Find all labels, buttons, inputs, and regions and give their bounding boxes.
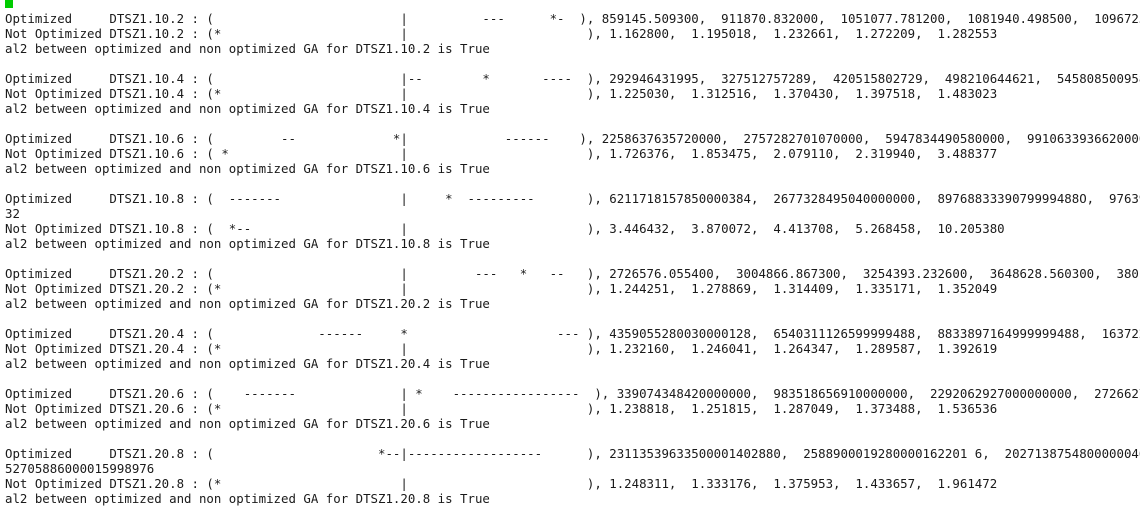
terminal-line: al2 between optimized and non optimized … (5, 491, 490, 506)
terminal-line: Not Optimized DTSZ1.20.4 : (* | ), 1.232… (5, 341, 998, 356)
terminal-line: al2 between optimized and non optimized … (5, 296, 490, 311)
terminal-output: Optimized DTSZ1.10.2 : ( | --- *- ), 859… (5, 11, 1140, 506)
terminal-line: Not Optimized DTSZ1.20.8 : (* | ), 1.248… (5, 476, 998, 491)
terminal-line: 52705886000015998976 (5, 461, 155, 476)
terminal-line: Optimized DTSZ1.20.4 : ( ------ * --- ),… (5, 326, 1140, 341)
terminal-line: al2 between optimized and non optimized … (5, 236, 490, 251)
terminal-line: Optimized DTSZ1.10.8 : ( ------- | * ---… (5, 191, 1140, 206)
terminal-window[interactable]: Optimized DTSZ1.10.2 : ( | --- *- ), 859… (0, 0, 1140, 513)
terminal-line: Optimized DTSZ1.10.4 : ( |-- * ---- ), 2… (5, 71, 1140, 86)
terminal-line: al2 between optimized and non optimized … (5, 416, 490, 431)
terminal-line: 32 (5, 206, 20, 221)
terminal-line: Not Optimized DTSZ1.20.2 : (* | ), 1.244… (5, 281, 998, 296)
terminal-line: Not Optimized DTSZ1.10.4 : (* | ), 1.225… (5, 86, 998, 101)
terminal-line: Optimized DTSZ1.10.2 : ( | --- *- ), 859… (5, 11, 1140, 26)
terminal-line: al2 between optimized and non optimized … (5, 356, 490, 371)
terminal-line: Optimized DTSZ1.20.6 : ( ------- | * ---… (5, 386, 1140, 401)
terminal-line: Not Optimized DTSZ1.10.6 : ( * | ), 1.72… (5, 146, 998, 161)
terminal-line: Not Optimized DTSZ1.10.2 : (* | ), 1.162… (5, 26, 998, 41)
terminal-line: Not Optimized DTSZ1.10.8 : ( *-- | ), 3.… (5, 221, 1005, 236)
terminal-line: Optimized DTSZ1.20.8 : ( *--|-----------… (5, 446, 1140, 461)
terminal-line: Optimized DTSZ1.20.2 : ( | --- * -- ), 2… (5, 266, 1140, 281)
terminal-line: al2 between optimized and non optimized … (5, 41, 490, 56)
terminal-line: Optimized DTSZ1.10.6 : ( -- *| ------ ),… (5, 131, 1140, 146)
terminal-line: Not Optimized DTSZ1.20.6 : (* | ), 1.238… (5, 401, 998, 416)
terminal-line: al2 between optimized and non optimized … (5, 101, 490, 116)
terminal-line: al2 between optimized and non optimized … (5, 161, 490, 176)
terminal-cursor (5, 0, 13, 8)
